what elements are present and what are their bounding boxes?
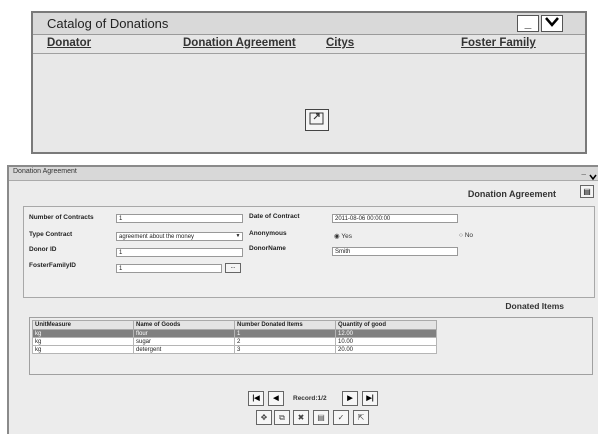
save-record-button[interactable]: ▤: [313, 410, 329, 425]
foster-family-id-label: FosterFamilyID: [29, 262, 76, 269]
table-row[interactable]: kg sugar 2 10.00: [32, 337, 437, 346]
cell-quantity[interactable]: 12.00: [335, 329, 437, 338]
number-of-contracts-label: Number of Contracts: [29, 214, 94, 221]
agreement-title-bar: Donation Agreement _: [9, 167, 598, 181]
minimize-button[interactable]: _: [582, 167, 586, 176]
date-of-contract-field[interactable]: 2011-08-06 00:00:00: [332, 214, 458, 223]
page-title: Donation Agreement: [467, 189, 556, 199]
cell-quantity[interactable]: 10.00: [335, 337, 437, 346]
report-icon[interactable]: ▤: [580, 185, 594, 198]
open-record-button[interactable]: [305, 109, 329, 131]
donated-items-label: Donated Items: [505, 301, 564, 311]
catalog-list: [33, 54, 585, 152]
table-row[interactable]: kg detergent 3 20.00: [32, 345, 437, 354]
cell-unit[interactable]: kg: [32, 329, 134, 338]
column-foster-family[interactable]: Foster Family: [461, 37, 536, 49]
table-header-row: UnitMeasure Name of Goods Number Donated…: [32, 320, 437, 330]
cell-number[interactable]: 3: [234, 345, 336, 354]
first-record-button[interactable]: |◀: [248, 391, 264, 406]
add-record-button[interactable]: ✥: [256, 410, 272, 425]
cell-goods[interactable]: sugar: [133, 337, 235, 346]
minimize-button[interactable]: _: [517, 15, 539, 32]
catalog-window: Catalog of Donations _ Donator Donation …: [31, 11, 587, 154]
type-contract-value: agreement about the money: [119, 234, 195, 240]
donated-items-grid: UnitMeasure Name of Goods Number Donated…: [29, 317, 593, 375]
copy-record-button[interactable]: ⧉: [274, 410, 290, 425]
chevron-down-icon[interactable]: [541, 15, 563, 32]
cell-unit[interactable]: kg: [32, 345, 134, 354]
type-contract-label: Type Contract: [29, 231, 73, 238]
prev-record-button[interactable]: ◀: [268, 391, 284, 406]
type-contract-select[interactable]: agreement about the money ▼: [116, 232, 243, 241]
cell-goods[interactable]: flour: [133, 329, 235, 338]
column-citys[interactable]: Citys: [326, 37, 354, 49]
anonymous-no-radio[interactable]: ○ No: [459, 232, 473, 239]
foster-family-lookup-button[interactable]: ...: [225, 263, 241, 273]
cell-unit[interactable]: kg: [32, 337, 134, 346]
anonymous-label: Anonymous: [249, 230, 287, 237]
open-record-icon: [309, 112, 324, 125]
catalog-column-header: Donator Donation Agreement Citys Foster …: [33, 35, 585, 54]
catalog-title-bar: Catalog of Donations _: [33, 13, 585, 35]
donor-id-label: Donor ID: [29, 246, 57, 253]
date-of-contract-label: Date of Contract: [249, 213, 300, 220]
agreement-window: Donation Agreement _ Donation Agreement …: [7, 165, 598, 434]
column-donation-agreement[interactable]: Donation Agreement: [183, 37, 296, 49]
delete-record-button[interactable]: ✖: [293, 410, 309, 425]
next-record-button[interactable]: ▶: [342, 391, 358, 406]
agreement-form: Number of Contracts 1 Date of Contract 2…: [23, 206, 595, 298]
number-of-contracts-field[interactable]: 1: [116, 214, 243, 223]
donor-id-field[interactable]: 1: [116, 248, 243, 257]
column-donator[interactable]: Donator: [47, 37, 91, 49]
anonymous-yes-radio[interactable]: ◉ Yes: [334, 232, 352, 240]
table-row[interactable]: kg flour 1 12.00: [32, 329, 437, 338]
cell-number[interactable]: 2: [234, 337, 336, 346]
donor-name-field[interactable]: Smith: [332, 247, 458, 256]
column-quantity-of-good[interactable]: Quantity of good: [335, 320, 437, 330]
anonymous-yes-label: Yes: [341, 233, 352, 240]
cell-quantity[interactable]: 20.00: [335, 345, 437, 354]
dropdown-arrow-icon[interactable]: ▼: [234, 233, 242, 240]
cell-number[interactable]: 1: [234, 329, 336, 338]
chevron-down-icon[interactable]: [589, 168, 597, 186]
donated-items-table: UnitMeasure Name of Goods Number Donated…: [32, 320, 437, 354]
agreement-window-title: Donation Agreement: [13, 168, 77, 175]
catalog-title: Catalog of Donations: [47, 16, 169, 31]
column-unit-measure[interactable]: UnitMeasure: [32, 320, 134, 330]
foster-family-id-field[interactable]: 1: [116, 264, 222, 273]
column-number-donated-items[interactable]: Number Donated Items: [234, 320, 336, 330]
last-record-button[interactable]: ▶|: [362, 391, 378, 406]
donor-name-label: DonorName: [249, 245, 286, 252]
column-name-of-goods[interactable]: Name of Goods: [133, 320, 235, 330]
anonymous-no-label: No: [464, 232, 474, 239]
confirm-button[interactable]: ✓: [333, 410, 349, 425]
record-indicator: Record:1/2: [293, 395, 327, 402]
open-button[interactable]: ⇱: [353, 410, 369, 425]
cell-goods[interactable]: detergent: [133, 345, 235, 354]
